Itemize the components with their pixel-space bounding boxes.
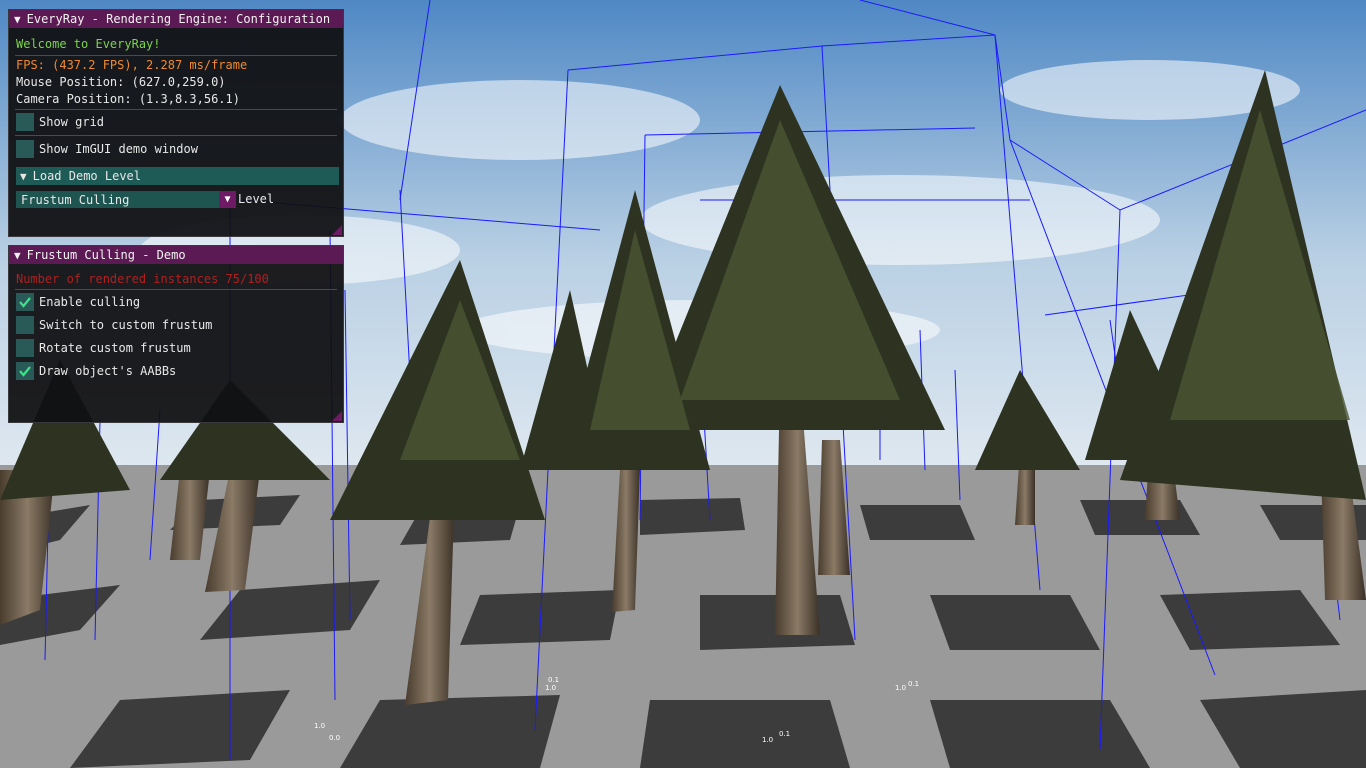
switch-custom-frustum-label: Switch to custom frustum: [39, 318, 213, 332]
configuration-window[interactable]: ▼ EveryRay - Rendering Engine: Configura…: [8, 9, 344, 237]
configuration-window-title-bar[interactable]: ▼ EveryRay - Rendering Engine: Configura…: [9, 10, 343, 28]
checkbox-box[interactable]: [16, 316, 34, 334]
show-grid-checkbox[interactable]: Show grid: [16, 113, 104, 131]
collapse-arrow-icon: ▼: [20, 169, 27, 183]
welcome-text: Welcome to EveryRay!: [16, 37, 161, 51]
collapse-arrow-icon[interactable]: ▼: [14, 13, 21, 26]
resize-grip-icon[interactable]: [332, 411, 342, 421]
camera-position-readout: Camera Position: (1.3,8.3,56.1): [16, 92, 240, 106]
frustum-culling-window-title: Frustum Culling - Demo: [26, 248, 186, 262]
draw-aabbs-checkbox[interactable]: Draw object's AABBs: [16, 362, 176, 380]
rotate-custom-frustum-checkbox[interactable]: Rotate custom frustum: [16, 339, 191, 357]
enable-culling-label: Enable culling: [39, 295, 141, 309]
frustum-culling-window-title-bar[interactable]: ▼ Frustum Culling - Demo: [9, 246, 343, 264]
separator: [15, 135, 337, 136]
level-combo-value: Frustum Culling: [21, 192, 130, 207]
frustum-culling-window[interactable]: ▼ Frustum Culling - Demo Number of rende…: [8, 245, 344, 423]
load-demo-level-header[interactable]: ▼ Load Demo Level: [16, 167, 339, 185]
svg-text:1.0: 1.0: [545, 684, 556, 692]
separator: [15, 55, 337, 56]
separator: [15, 289, 337, 290]
dropdown-arrow-icon[interactable]: ▼: [219, 191, 236, 208]
checkmark-icon: [19, 366, 31, 377]
enable-culling-checkbox[interactable]: Enable culling: [16, 293, 140, 311]
configuration-window-title: EveryRay - Rendering Engine: Configurati…: [26, 12, 331, 26]
checkbox-box[interactable]: [16, 113, 34, 131]
show-grid-label: Show grid: [39, 115, 105, 129]
checkbox-box[interactable]: [16, 140, 34, 158]
show-imgui-demo-checkbox[interactable]: Show ImGUI demo window: [16, 140, 198, 158]
rotate-custom-frustum-label: Rotate custom frustum: [39, 341, 191, 355]
checkbox-box[interactable]: [16, 293, 34, 311]
level-combo[interactable]: Frustum Culling ▼: [16, 191, 236, 208]
checkbox-box[interactable]: [16, 362, 34, 380]
svg-text:0.1: 0.1: [779, 730, 790, 738]
switch-custom-frustum-checkbox[interactable]: Switch to custom frustum: [16, 316, 212, 334]
load-demo-level-label: Load Demo Level: [32, 169, 141, 183]
checkbox-box[interactable]: [16, 339, 34, 357]
checkmark-icon: [19, 297, 31, 308]
svg-text:1.0: 1.0: [314, 722, 325, 730]
svg-text:1.0: 1.0: [762, 736, 773, 744]
separator: [15, 109, 337, 110]
draw-aabbs-label: Draw object's AABBs: [39, 364, 177, 378]
svg-text:0.1: 0.1: [908, 680, 919, 688]
svg-text:1.0: 1.0: [895, 684, 906, 692]
level-combo-label: Level: [238, 192, 275, 206]
mouse-position-readout: Mouse Position: (627.0,259.0): [16, 75, 226, 89]
show-imgui-demo-label: Show ImGUI demo window: [39, 142, 198, 156]
resize-grip-icon[interactable]: [332, 225, 342, 235]
collapse-arrow-icon[interactable]: ▼: [14, 249, 21, 262]
rendered-instances-text: Number of rendered instances 75/100: [16, 272, 269, 286]
svg-text:0.1: 0.1: [548, 676, 559, 684]
svg-text:0.0: 0.0: [329, 734, 340, 742]
fps-readout: FPS: (437.2 FPS), 2.287 ms/frame: [16, 58, 248, 72]
